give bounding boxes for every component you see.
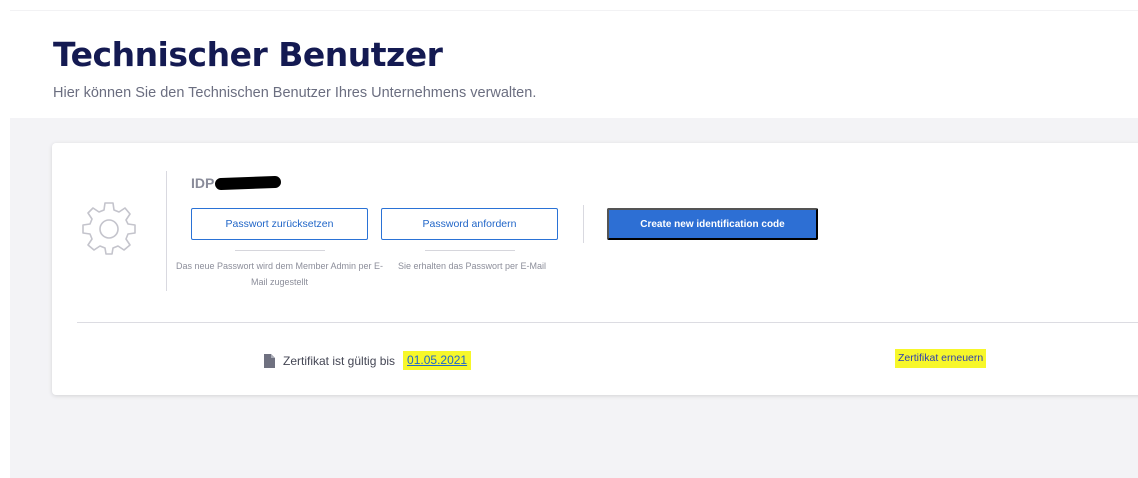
horizontal-divider: [77, 322, 1138, 323]
request-password-hint: Sie erhalten das Passwort per E-Mail: [397, 261, 547, 271]
gear-icon: [82, 202, 136, 255]
vertical-divider: [166, 171, 167, 291]
page-subtitle: Hier können Sie den Technischen Benutzer…: [53, 85, 537, 101]
document-icon: [264, 353, 275, 368]
request-password-button[interactable]: Password anfordern: [381, 208, 558, 240]
page-title: Technischer Benutzer: [53, 35, 443, 74]
renew-certificate-link[interactable]: Zertifikat erneuern: [895, 349, 987, 368]
hint-divider: [425, 250, 515, 251]
create-identification-code-button[interactable]: Create new identification code: [607, 208, 818, 240]
content-area: IDP Passwort zurücksetzen Das neue Passw…: [10, 118, 1138, 478]
technical-user-card: IDP Passwort zurücksetzen Das neue Passw…: [52, 143, 1138, 395]
page-header: Technischer Benutzer Hier können Sie den…: [10, 10, 1138, 118]
certificate-validity: Zertifikat ist gültig bis 01.05.2021: [264, 351, 472, 370]
vertical-divider: [583, 205, 584, 243]
user-id-prefix: IDP: [191, 175, 215, 191]
hint-divider: [235, 250, 325, 251]
redacted-user-id: [215, 175, 282, 191]
page: Technischer Benutzer Hier können Sie den…: [0, 0, 1138, 478]
certificate-valid-until: 01.05.2021: [403, 351, 472, 370]
user-id: IDP: [191, 175, 282, 191]
reset-password-button[interactable]: Passwort zurücksetzen: [191, 208, 368, 240]
reset-password-hint: Das neue Passwort wird dem Member Admin …: [175, 261, 384, 287]
certificate-label: Zertifikat ist gültig bis: [283, 353, 396, 368]
